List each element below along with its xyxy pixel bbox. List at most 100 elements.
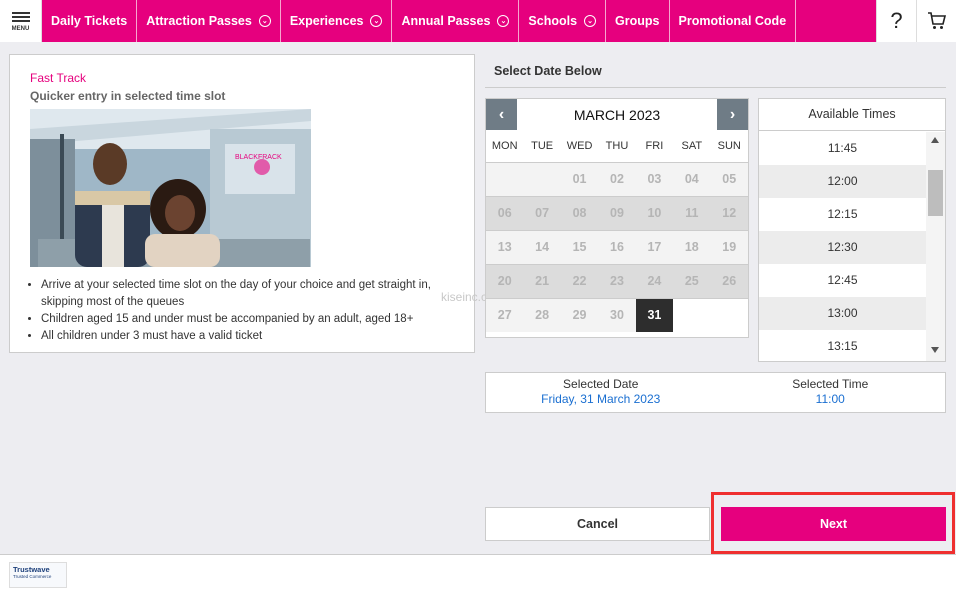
calendar-day: 06 bbox=[497, 206, 512, 220]
calendar-day: 05 bbox=[722, 172, 737, 186]
calendar-day: 01 bbox=[572, 172, 587, 186]
nav-experiences[interactable]: Experiences ⌄ bbox=[281, 0, 393, 42]
chevron-left-icon: ‹ bbox=[498, 105, 505, 123]
product-photo: BLACKFRACK bbox=[30, 109, 311, 267]
selected-time-value: 11:00 bbox=[815, 392, 845, 406]
calendar-day: 23 bbox=[610, 274, 624, 288]
prev-month-button[interactable]: ‹ bbox=[486, 99, 517, 130]
calendar-day: 24 bbox=[647, 274, 662, 288]
feature-item: Arrive at your selected time slot on the… bbox=[41, 277, 461, 311]
calendar-day-empty bbox=[486, 163, 523, 196]
next-button[interactable]: Next bbox=[721, 507, 946, 541]
nav-groups[interactable]: Groups bbox=[606, 0, 670, 42]
calendar-header: ‹ MARCH 2023 › bbox=[486, 99, 748, 130]
cancel-button[interactable]: Cancel bbox=[485, 507, 710, 541]
nav-attraction-passes[interactable]: Attraction Passes ⌄ bbox=[137, 0, 281, 42]
calendar: ‹ MARCH 2023 › MON TUE WED THU FRI SAT S… bbox=[485, 98, 749, 338]
help-icon: ? bbox=[890, 8, 903, 33]
time-slot[interactable]: 12:15 bbox=[759, 198, 926, 231]
calendar-day: 12 bbox=[722, 206, 737, 220]
nav-item-label: Schools bbox=[528, 14, 578, 28]
time-slot[interactable]: 12:45 bbox=[759, 264, 926, 297]
chevron-right-icon: › bbox=[729, 105, 736, 123]
calendar-day: 17 bbox=[647, 240, 662, 254]
scrollbar-thumb[interactable] bbox=[928, 170, 943, 216]
weekday-label: WED bbox=[566, 140, 593, 152]
cart-icon bbox=[927, 12, 946, 29]
times-scrollbar[interactable] bbox=[926, 132, 945, 361]
feature-item: Children aged 15 and under must be accom… bbox=[41, 311, 461, 328]
calendar-day: 07 bbox=[535, 206, 550, 220]
next-month-button[interactable]: › bbox=[717, 99, 748, 130]
selection-summary: Selected Date Friday, 31 March 2023 Sele… bbox=[485, 372, 946, 413]
selected-date: Selected Date Friday, 31 March 2023 bbox=[486, 373, 716, 412]
time-slot[interactable]: 12:00 bbox=[759, 165, 926, 198]
chevron-down-icon: ⌄ bbox=[584, 15, 597, 27]
calendar-day: 13 bbox=[497, 240, 512, 254]
calendar-day: 21 bbox=[535, 274, 550, 288]
chevron-down-icon: ⌄ bbox=[258, 15, 271, 27]
selected-date-label: Selected Date bbox=[563, 377, 639, 391]
nav-item-label: Daily Tickets bbox=[51, 14, 128, 28]
footer: Trustwave Trusted Commerce bbox=[0, 554, 956, 590]
nav-item-label: Attraction Passes bbox=[146, 14, 252, 28]
calendar-day: 28 bbox=[523, 299, 561, 332]
selected-time-label: Selected Time bbox=[792, 377, 869, 391]
nav-daily-tickets[interactable]: Daily Tickets bbox=[42, 0, 138, 42]
hamburger-icon bbox=[11, 10, 30, 24]
help-button[interactable]: ? bbox=[876, 0, 916, 42]
calendar-month: MARCH 2023 bbox=[573, 106, 661, 123]
weekday-label: FRI bbox=[645, 140, 664, 152]
product-features: Arrive at your selected time slot on the… bbox=[41, 277, 461, 345]
scroll-down-icon[interactable] bbox=[931, 347, 939, 353]
weekday-label: MON bbox=[491, 140, 518, 152]
top-nav: MENU Daily Tickets Attraction Passes ⌄ Ex… bbox=[0, 0, 956, 42]
menu-label: MENU bbox=[11, 26, 30, 32]
menu-button[interactable]: MENU bbox=[0, 0, 42, 42]
calendar-day: 14 bbox=[535, 240, 550, 254]
cart-button[interactable] bbox=[916, 0, 956, 42]
calendar-day: 22 bbox=[572, 274, 587, 288]
nav-item-label: Experiences bbox=[289, 14, 364, 28]
weekday-label: SUN bbox=[717, 140, 741, 152]
weekday-row: MON TUE WED THU FRI SAT SUN bbox=[486, 130, 748, 162]
calendar-day-empty bbox=[711, 299, 748, 332]
calendar-day: 16 bbox=[610, 240, 624, 254]
selected-time: Selected Time 11:00 bbox=[716, 373, 946, 412]
time-slot[interactable]: 13:00 bbox=[759, 297, 926, 330]
calendar-week: 20 21 22 23 24 25 26 bbox=[486, 264, 748, 298]
calendar-day-selected[interactable]: 31 bbox=[635, 299, 674, 332]
calendar-day-empty bbox=[673, 299, 710, 332]
chevron-down-icon: ⌄ bbox=[497, 15, 510, 27]
calendar-day: 11 bbox=[685, 206, 699, 220]
trustwave-badge[interactable]: Trustwave Trusted Commerce bbox=[9, 562, 67, 588]
available-times-heading: Available Times bbox=[759, 99, 945, 131]
calendar-day: 20 bbox=[497, 274, 512, 288]
calendar-day: 30 bbox=[598, 299, 636, 332]
calendar-day: 27 bbox=[486, 299, 524, 332]
calendar-day: 15 bbox=[572, 240, 587, 254]
available-times: Available Times 11:45 12:00 12:15 12:30 … bbox=[758, 98, 946, 362]
scroll-up-icon[interactable] bbox=[931, 137, 939, 143]
nav-promotional-code[interactable]: Promotional Code bbox=[670, 0, 797, 42]
calendar-day: 04 bbox=[684, 172, 699, 186]
time-slot[interactable]: 11:45 bbox=[759, 132, 926, 165]
nav-item-label: Promotional Code bbox=[678, 14, 787, 28]
calendar-day: 09 bbox=[610, 206, 624, 220]
nav-annual-passes[interactable]: Annual Passes ⌄ bbox=[392, 0, 520, 42]
product-card: Fast Track Quicker entry in selected tim… bbox=[9, 54, 475, 353]
calendar-week: 13 14 15 16 17 18 19 bbox=[486, 230, 748, 264]
select-date-heading: Select Date Below bbox=[485, 54, 946, 88]
product-subtitle: Quicker entry in selected time slot bbox=[30, 89, 226, 103]
time-slot[interactable]: 13:15 bbox=[759, 330, 926, 363]
nav-schools[interactable]: Schools ⌄ bbox=[519, 0, 607, 42]
calendar-day: 03 bbox=[647, 172, 662, 186]
weekday-label: TUE bbox=[531, 140, 554, 152]
selected-date-value: Friday, 31 March 2023 bbox=[541, 392, 661, 406]
time-slot[interactable]: 12:30 bbox=[759, 231, 926, 264]
calendar-day: 02 bbox=[610, 172, 624, 186]
calendar-day: 29 bbox=[560, 299, 599, 332]
calendar-day: 19 bbox=[722, 240, 737, 254]
product-title: Fast Track bbox=[30, 71, 87, 85]
